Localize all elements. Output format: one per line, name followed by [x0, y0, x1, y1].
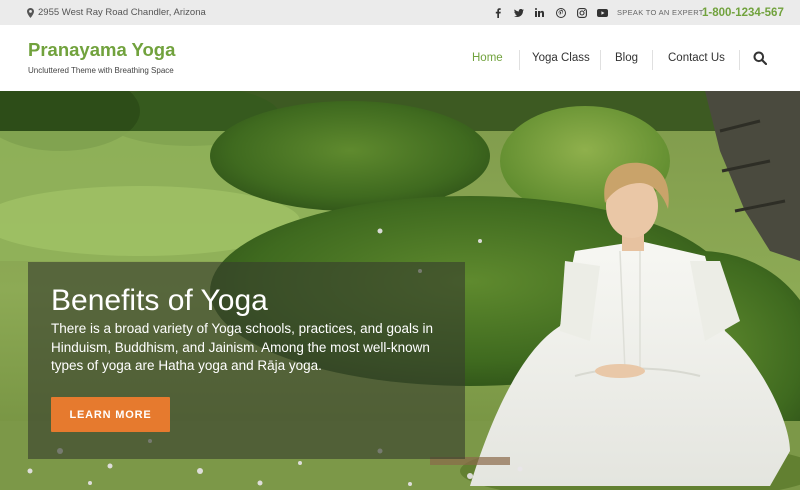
phone-number[interactable]: 1-800-1234-567 — [702, 0, 784, 25]
site-tagline: Uncluttered Theme with Breathing Space — [28, 66, 174, 75]
nav-divider — [652, 50, 653, 70]
twitter-icon[interactable] — [508, 8, 529, 17]
address: 2955 West Ray Road Chandler, Arizona — [27, 0, 206, 25]
pinterest-icon[interactable] — [550, 7, 571, 18]
site-logo[interactable]: Pranayama Yoga — [28, 39, 175, 61]
learn-more-button[interactable]: LEARN MORE — [51, 397, 170, 432]
address-text: 2955 West Ray Road Chandler, Arizona — [38, 7, 206, 18]
facebook-icon[interactable] — [487, 7, 508, 18]
site-header: Pranayama Yoga Uncluttered Theme with Br… — [0, 25, 800, 91]
nav-divider — [739, 50, 740, 70]
social-links — [487, 0, 613, 25]
linkedin-icon[interactable] — [529, 8, 550, 17]
youtube-icon[interactable] — [592, 8, 613, 17]
hero-title: Benefits of Yoga — [51, 284, 268, 317]
nav-divider — [600, 50, 601, 70]
search-icon[interactable] — [753, 51, 768, 70]
top-bar: 2955 West Ray Road Chandler, Arizona SPE… — [0, 0, 800, 25]
speak-to-expert-label: SPEAK TO AN EXPERT — [617, 8, 704, 17]
nav-home[interactable]: Home — [472, 25, 503, 91]
nav-blog[interactable]: Blog — [615, 25, 638, 91]
nav-yoga-class[interactable]: Yoga Class — [532, 25, 590, 91]
nav-divider — [519, 50, 520, 70]
hero-description: There is a broad variety of Yoga schools… — [51, 321, 433, 373]
nav-contact-us[interactable]: Contact Us — [668, 25, 725, 91]
instagram-icon[interactable] — [571, 7, 592, 18]
map-pin-icon — [27, 7, 34, 18]
